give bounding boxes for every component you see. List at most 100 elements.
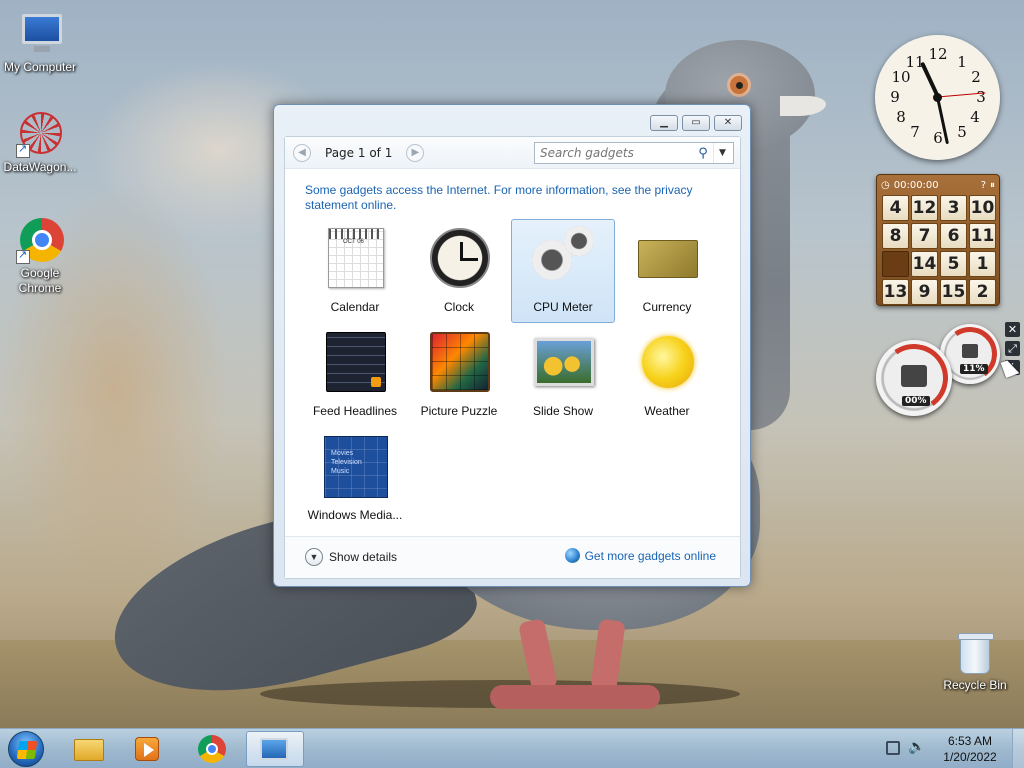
gadget-label: Picture Puzzle [420,404,498,418]
gallery-content: ◀ Page 1 of 1 ▶ ⚲ ▼ Some gadgets access … [284,136,741,579]
picture-puzzle-icon [428,330,492,394]
computer-icon [16,10,64,58]
close-button[interactable]: ✕ [714,115,742,131]
search-dropdown-icon[interactable]: ▼ [713,143,731,163]
network-icon[interactable] [886,741,900,755]
feed-headlines-icon [324,330,388,394]
puzzle-tile[interactable]: 11 [969,223,996,249]
folder-icon [74,739,104,761]
desktop-icon-recycle-bin[interactable]: Recycle Bin [935,632,1015,693]
clock-gadget[interactable]: 12 1 2 3 4 5 6 7 8 9 10 11 [875,35,1000,160]
pause-icon[interactable]: ⏸ [986,180,995,191]
memory-usage-value: 11% [960,364,988,374]
taskbar-gadgets[interactable] [246,731,304,767]
clock-numeral: 9 [890,88,900,106]
cpu-meter-dial[interactable]: 00% [874,338,954,418]
show-desktop-button[interactable] [1012,729,1024,768]
search-input[interactable] [535,143,693,163]
currency-icon [636,226,700,290]
taskbar-google-chrome[interactable] [185,731,239,767]
clock-numeral: 3 [976,88,986,106]
windows-media-center-icon: Movies Television Music [324,434,388,498]
recycle-bin-icon [957,632,994,676]
puzzle-header: ◷ 00:00:00 ? ⏸ [881,178,995,192]
puzzle-tile[interactable]: 9 [911,279,938,305]
taskbar-media-player[interactable] [120,731,174,767]
show-details-button[interactable]: ▼ Show details [305,548,397,566]
gallery-footer: ▼ Show details Get more gadgets online [285,536,740,578]
gadget-label: Clock [443,300,474,314]
gadget-tile-windows-media-center[interactable]: Movies Television Music Windows Media... [303,427,407,531]
get-more-gadgets-link[interactable]: Get more gadgets online [564,548,716,563]
puzzle-tile[interactable]: 10 [969,195,996,221]
clock-icon [428,226,492,290]
show-details-label: Show details [329,550,398,564]
taskbar-clock[interactable]: 6:53 AM 1/20/2022 [930,733,1010,765]
puzzle-tile[interactable]: 13 [882,279,909,305]
gadget-tile-calendar[interactable]: OCT 06 Calendar [303,219,407,323]
globe-icon [564,548,580,563]
gadget-tile-cpu-meter[interactable]: CPU Meter [511,219,615,323]
puzzle-tile[interactable]: 14 [911,251,938,277]
gadget-tile-weather[interactable]: Weather [615,323,719,427]
desktop-icon-datawagon[interactable]: DataWagon... [0,110,80,175]
gadget-label: Currency [642,300,692,314]
puzzle-empty-cell[interactable] [882,251,909,277]
volume-icon[interactable]: 🔈 [908,739,925,755]
search-icon[interactable]: ⚲ [693,146,713,161]
puzzle-tile[interactable]: 6 [940,223,967,249]
taskbar: 🔈 6:53 AM 1/20/2022 [0,728,1024,768]
puzzle-tile[interactable]: 7 [911,223,938,249]
search-box: ⚲ ▼ [534,142,734,164]
puzzle-tile[interactable]: 3 [940,195,967,221]
gadget-tile-feed-headlines[interactable]: Feed Headlines [303,323,407,427]
cpu-meter-icon [532,226,596,290]
picture-puzzle-gadget[interactable]: ◷ 00:00:00 ? ⏸ 4 12 3 10 8 7 6 11 14 5 1 13 9 15 2 [876,174,1000,306]
desktop-icon-my-computer[interactable]: My Computer [0,10,80,75]
shortcut-arrow-icon [16,142,30,158]
weather-icon [636,330,700,394]
previous-page-button[interactable]: ◀ [293,144,311,162]
chevron-down-icon: ▼ [305,548,323,566]
media-player-icon [135,737,159,761]
puzzle-tile[interactable]: 5 [940,251,967,277]
chrome-icon [198,735,226,763]
gadget-label: Windows Media... [307,508,403,522]
start-button[interactable] [8,731,44,767]
gadget-resize-icon[interactable]: ⤢ [1005,341,1020,356]
puzzle-tile[interactable]: 2 [969,279,996,305]
gadget-tile-slide-show[interactable]: Slide Show [511,323,615,427]
next-page-button[interactable]: ▶ [406,144,425,162]
system-tray: 🔈 6:53 AM 1/20/2022 [874,729,1024,768]
taskbar-windows-explorer[interactable] [62,731,116,767]
clock-numeral: 5 [957,123,967,141]
desktop-icon-label: Google Chrome [18,266,62,295]
puzzle-tile[interactable]: 1 [969,251,996,277]
get-more-gadgets-label: Get more gadgets online [584,548,716,563]
gadget-grid: OCT 06 Calendar Clock CPU Meter Currency… [303,219,723,531]
page-indicator: Page 1 of 1 [325,146,393,160]
datawagon-icon [16,110,64,158]
desktop-icon-google-chrome[interactable]: Google Chrome [0,216,80,296]
pager: ◀ Page 1 of 1 ▶ [293,142,425,164]
puzzle-tile[interactable]: 12 [911,195,938,221]
chrome-icon [16,216,64,264]
puzzle-timer: 00:00:00 [893,179,939,191]
gadget-label: Weather [644,404,690,418]
slide-show-icon [532,330,596,394]
restore-button[interactable]: ▭ [682,115,710,131]
gadget-tile-currency[interactable]: Currency [615,219,719,323]
gallery-toolbar: ◀ Page 1 of 1 ▶ ⚲ ▼ [285,137,740,169]
privacy-info-link[interactable]: Some gadgets access the Internet. For mo… [305,183,725,213]
minimize-button[interactable]: ▁ [650,115,678,131]
desktop-icon-label: DataWagon... [3,160,77,174]
puzzle-tile[interactable]: 15 [940,279,967,305]
gadget-label: Feed Headlines [312,404,398,418]
gadget-tile-picture-puzzle[interactable]: Picture Puzzle [407,323,511,427]
gadget-tile-clock[interactable]: Clock [407,219,511,323]
puzzle-tile[interactable]: 8 [882,223,909,249]
gadget-close-icon[interactable]: ✕ [1005,322,1020,337]
clock-numeral: 8 [896,108,906,126]
clock-date: 1/20/2022 [943,750,997,764]
puzzle-tile[interactable]: 4 [882,195,909,221]
